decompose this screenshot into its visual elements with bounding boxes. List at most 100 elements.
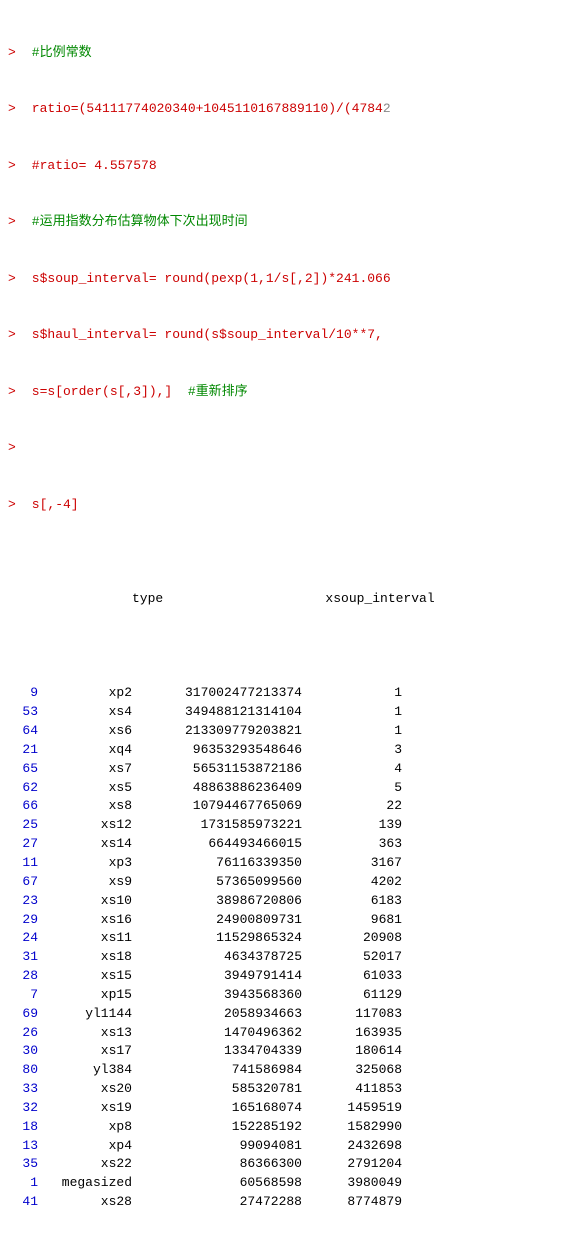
table-row: 62xs5488638862364095 xyxy=(8,779,572,798)
cell-type: xs17 xyxy=(42,1042,132,1061)
cell-soup-interval: 1 xyxy=(302,684,402,703)
cell-soup-interval: 9681 xyxy=(302,911,402,930)
row-number: 29 xyxy=(8,911,38,930)
row-number: 33 xyxy=(8,1080,38,1099)
cell-soup-interval: 4 xyxy=(302,760,402,779)
cell-type: xp15 xyxy=(42,986,132,1005)
row-number: 67 xyxy=(8,873,38,892)
cell-type: xs14 xyxy=(42,835,132,854)
cell-soup-interval: 139 xyxy=(302,816,402,835)
table-row: 30xs171334704339180614 xyxy=(8,1042,572,1061)
table-row: 41xs28274722888774879 xyxy=(8,1193,572,1212)
row-number: 18 xyxy=(8,1118,38,1137)
cell-soup-interval: 22 xyxy=(302,797,402,816)
row-number: 53 xyxy=(8,703,38,722)
cell-type: xs8 xyxy=(42,797,132,816)
header-x: x xyxy=(163,590,333,609)
cell-x: 96353293548646 xyxy=(132,741,302,760)
console-window: > #比例常数 > ratio=(54111774020340+10451101… xyxy=(0,0,580,1237)
cell-x: 2058934663 xyxy=(132,1005,302,1024)
table-row: 80yl384741586984325068 xyxy=(8,1061,572,1080)
prompt-1: > xyxy=(8,44,24,63)
table-row: 31xs18463437872552017 xyxy=(8,948,572,967)
table-row: 33xs20585320781411853 xyxy=(8,1080,572,1099)
row-number: 26 xyxy=(8,1024,38,1043)
row-number: 65 xyxy=(8,760,38,779)
cell-x: 11529865324 xyxy=(132,929,302,948)
cell-x: 10794467765069 xyxy=(132,797,302,816)
table-row: 67xs9573650995604202 xyxy=(8,873,572,892)
prompt-3: > xyxy=(8,157,24,176)
cell-x: 57365099560 xyxy=(132,873,302,892)
cell-soup-interval: 1582990 xyxy=(302,1118,402,1137)
row-number: 62 xyxy=(8,779,38,798)
prompt-9: > xyxy=(8,496,24,515)
table-row: 69yl11442058934663117083 xyxy=(8,1005,572,1024)
cell-type: xs7 xyxy=(42,760,132,779)
cell-x: 152285192 xyxy=(132,1118,302,1137)
cell-x: 3949791414 xyxy=(132,967,302,986)
line-blank: > xyxy=(8,439,572,458)
cell-type: xp3 xyxy=(42,854,132,873)
cell-x: 317002477213374 xyxy=(132,684,302,703)
table-row: 13xp4990940812432698 xyxy=(8,1137,572,1156)
cell-soup-interval: 117083 xyxy=(302,1005,402,1024)
line-code-6: > s$haul_interval= round(s$soup_interval… xyxy=(8,326,572,345)
row-number: 31 xyxy=(8,948,38,967)
row-number: 9 xyxy=(8,684,38,703)
row-number: 7 xyxy=(8,986,38,1005)
cell-x: 741586984 xyxy=(132,1061,302,1080)
cell-type: xs20 xyxy=(42,1080,132,1099)
table-row: 27xs14664493466015363 xyxy=(8,835,572,854)
row-number: 25 xyxy=(8,816,38,835)
code-3-text: #ratio= 4.557578 xyxy=(24,157,157,176)
cell-type: xq4 xyxy=(42,741,132,760)
row-number: 24 xyxy=(8,929,38,948)
cell-type: xs10 xyxy=(42,892,132,911)
line-code-5: > s$soup_interval= round(pexp(1,1/s[,2])… xyxy=(8,270,572,289)
code-2-text: ratio=(54111774020340+1045110167889110)/… xyxy=(24,100,391,119)
table-row: 23xs10389867208066183 xyxy=(8,892,572,911)
table-row: 7xp15394356836061129 xyxy=(8,986,572,1005)
table-row: 28xs15394979141461033 xyxy=(8,967,572,986)
cell-soup-interval: 3980049 xyxy=(302,1174,402,1193)
prompt-5: > xyxy=(8,270,24,289)
code-6-text: s$haul_interval= round(s$soup_interval/1… xyxy=(24,326,383,345)
line-code-2: > ratio=(54111774020340+1045110167889110… xyxy=(8,100,572,119)
row-number: 13 xyxy=(8,1137,38,1156)
cell-soup-interval: 325068 xyxy=(302,1061,402,1080)
cell-type: xs16 xyxy=(42,911,132,930)
cell-x: 1470496362 xyxy=(132,1024,302,1043)
cell-soup-interval: 8774879 xyxy=(302,1193,402,1212)
row-number: 41 xyxy=(8,1193,38,1212)
cell-type: xs4 xyxy=(42,703,132,722)
cell-x: 27472288 xyxy=(132,1193,302,1212)
cell-soup-interval: 2432698 xyxy=(302,1137,402,1156)
row-number: 69 xyxy=(8,1005,38,1024)
cell-x: 60568598 xyxy=(132,1174,302,1193)
line-comment-1: > #比例常数 xyxy=(8,44,572,63)
table-row: 11xp3761163393503167 xyxy=(8,854,572,873)
code-9-text: s[,-4] xyxy=(24,496,79,515)
cell-soup-interval: 363 xyxy=(302,835,402,854)
row-number: 35 xyxy=(8,1155,38,1174)
cell-type: xp4 xyxy=(42,1137,132,1156)
header-type: type xyxy=(73,590,163,609)
cell-x: 1731585973221 xyxy=(132,816,302,835)
cell-soup-interval: 20908 xyxy=(302,929,402,948)
cell-x: 38986720806 xyxy=(132,892,302,911)
cell-soup-interval: 61033 xyxy=(302,967,402,986)
row-number: 64 xyxy=(8,722,38,741)
cell-type: xs15 xyxy=(42,967,132,986)
row-number: 80 xyxy=(8,1061,38,1080)
cell-x: 24900809731 xyxy=(132,911,302,930)
row-number: 28 xyxy=(8,967,38,986)
cell-type: xs6 xyxy=(42,722,132,741)
cell-type: xp2 xyxy=(42,684,132,703)
cell-type: xs5 xyxy=(42,779,132,798)
cell-soup-interval: 1 xyxy=(302,703,402,722)
row-number: 11 xyxy=(8,854,38,873)
cell-x: 48863886236409 xyxy=(132,779,302,798)
table-row: 9xp23170024772133741 xyxy=(8,684,572,703)
table-row: 65xs7565311538721864 xyxy=(8,760,572,779)
